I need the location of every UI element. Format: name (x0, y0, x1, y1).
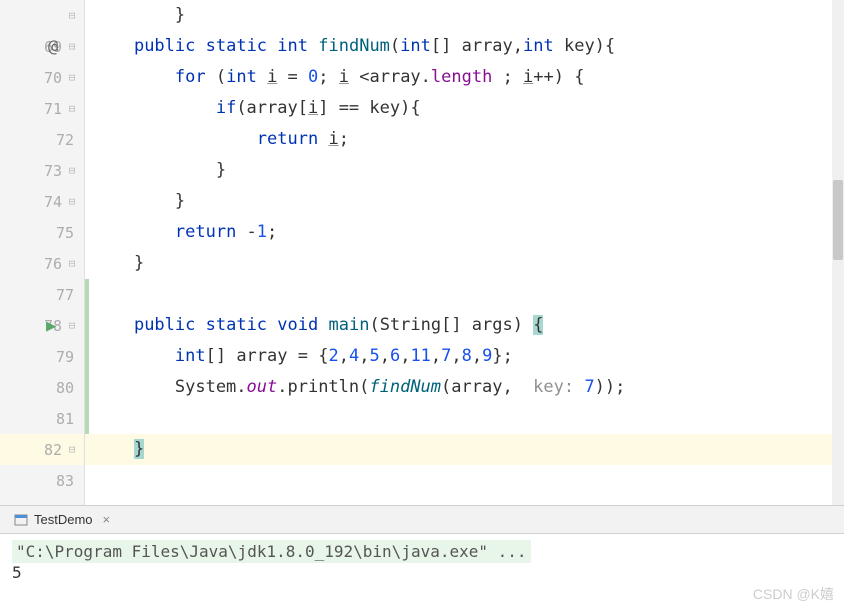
console-command: "C:\Program Files\Java\jdk1.8.0_192\bin\… (12, 540, 531, 563)
fold-icon[interactable]: ⊟ (66, 40, 78, 53)
line-number: 73 (44, 162, 62, 180)
code-line[interactable] (85, 403, 844, 434)
console-area: TestDemo × "C:\Program Files\Java\jdk1.8… (0, 506, 844, 608)
line-number: 81 (56, 410, 74, 428)
fold-icon[interactable]: ⊟ (66, 257, 78, 270)
line-number: 72 (56, 131, 74, 149)
gutter: ⊟ 69@⊟ 70⊟ 71⊟ 72 73⊟ 74⊟ 75 76⊟ 77 78▶⊟… (0, 0, 85, 505)
fold-icon[interactable]: ⊟ (66, 164, 78, 177)
console-tab[interactable]: TestDemo × (6, 510, 118, 529)
code-line[interactable]: return i; (85, 124, 844, 155)
run-icon[interactable]: ▶ (46, 316, 56, 336)
fold-icon[interactable]: ⊟ (66, 71, 78, 84)
close-icon[interactable]: × (103, 512, 111, 527)
line-number: 75 (56, 224, 74, 242)
line-number: 80 (56, 379, 74, 397)
line-number: 83 (56, 472, 74, 490)
console-result: 5 (12, 563, 832, 582)
line-number: 70 (44, 69, 62, 87)
console-tab-bar: TestDemo × (0, 506, 844, 534)
vertical-scrollbar[interactable] (832, 0, 844, 505)
line-number: 71 (44, 100, 62, 118)
console-tab-label: TestDemo (34, 512, 93, 527)
line-number: 82 (44, 441, 62, 459)
code-line[interactable]: } (85, 248, 844, 279)
line-number: 79 (56, 348, 74, 366)
annotation-mark: @ (48, 37, 58, 57)
fold-icon[interactable]: ⊟ (66, 319, 78, 332)
code-line[interactable]: } (85, 155, 844, 186)
line-number: 76 (44, 255, 62, 273)
code-line[interactable]: } (85, 0, 844, 31)
code-area[interactable]: } public static int findNum(int[] array,… (85, 0, 844, 505)
code-line[interactable]: public static void main(String[] args) { (85, 310, 844, 341)
editor-area: ⊟ 69@⊟ 70⊟ 71⊟ 72 73⊟ 74⊟ 75 76⊟ 77 78▶⊟… (0, 0, 844, 505)
code-line[interactable]: public static int findNum(int[] array,in… (85, 31, 844, 62)
fold-icon[interactable]: ⊟ (66, 195, 78, 208)
code-line[interactable] (85, 279, 844, 310)
scrollbar-thumb[interactable] (833, 180, 843, 260)
line-number: 77 (56, 286, 74, 304)
code-line[interactable]: System.out.println(findNum(array, key: 7… (85, 372, 844, 403)
fold-icon[interactable]: ⊟ (66, 443, 78, 456)
run-tab-icon (14, 513, 28, 527)
parameter-hint: key: (523, 377, 584, 397)
fold-icon[interactable]: ⊟ (66, 102, 78, 115)
code-line[interactable]: int[] array = {2,4,5,6,11,7,8,9}; (85, 341, 844, 372)
change-marker (85, 279, 89, 434)
line-number: 74 (44, 193, 62, 211)
watermark: CSDN @K嬉 (753, 584, 834, 604)
code-line[interactable]: return -1; (85, 217, 844, 248)
code-line[interactable]: if(array[i] == key){ (85, 93, 844, 124)
code-line[interactable]: } (85, 434, 844, 465)
fold-icon[interactable]: ⊟ (66, 9, 78, 22)
code-line[interactable] (85, 465, 844, 496)
console-output[interactable]: "C:\Program Files\Java\jdk1.8.0_192\bin\… (0, 534, 844, 588)
code-line[interactable]: for (int i = 0; i <array.length ; i++) { (85, 62, 844, 93)
code-line[interactable]: } (85, 186, 844, 217)
